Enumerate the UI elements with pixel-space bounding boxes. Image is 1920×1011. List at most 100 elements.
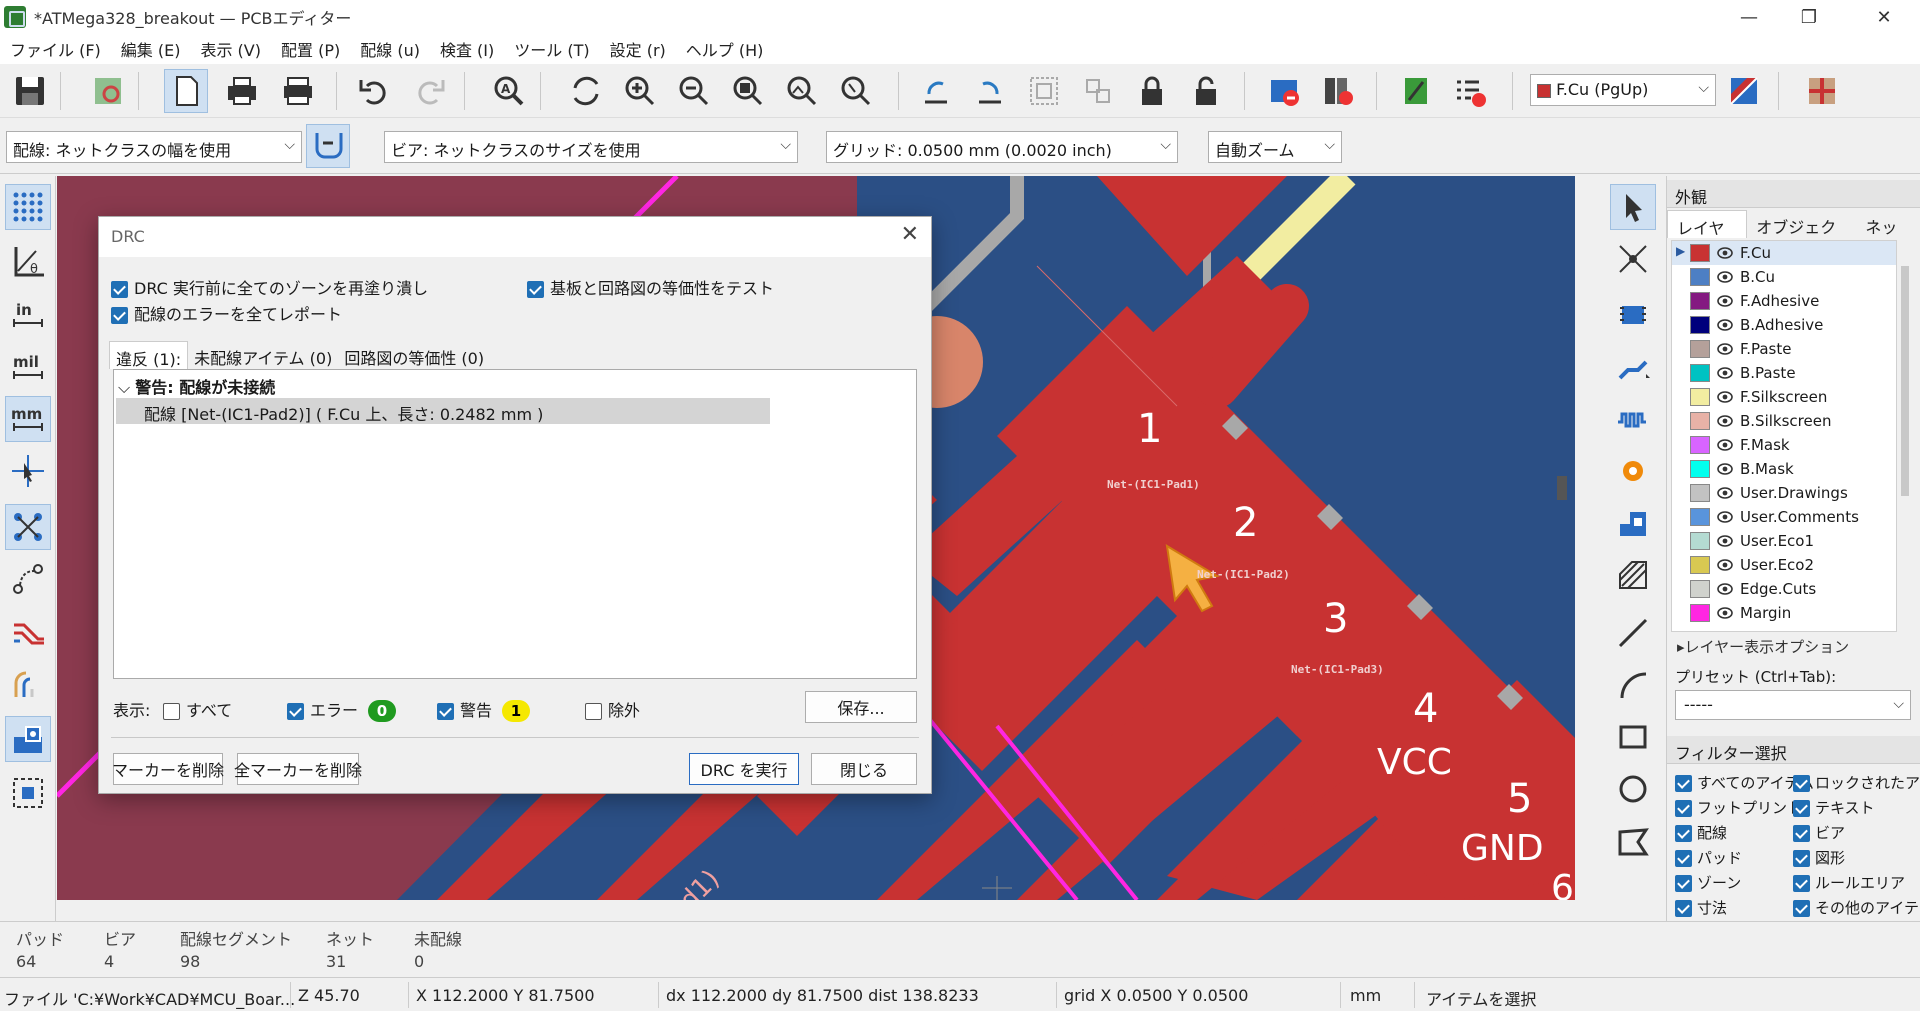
layer-color-swatch[interactable] [1690, 604, 1710, 622]
show-errors-option[interactable]: エラー 0 [287, 697, 397, 722]
layer-row[interactable]: B.Paste [1672, 361, 1896, 385]
run-drc-button[interactable]: DRC を実行 [689, 753, 799, 785]
filter-checkbox[interactable] [1793, 850, 1810, 867]
menu-preferences[interactable]: 設定 (r) [600, 37, 676, 61]
layer-display-options[interactable]: ▸レイヤー表示オプション [1677, 636, 1849, 657]
filter-option[interactable]: ルールエリア [1793, 872, 1905, 893]
filter-checkbox[interactable] [1793, 875, 1810, 892]
filter-checkbox[interactable] [1675, 875, 1692, 892]
filter-checkbox[interactable] [1675, 900, 1692, 917]
eye-icon[interactable] [1716, 412, 1734, 430]
layer-color-swatch[interactable] [1690, 340, 1710, 358]
layer-color-swatch[interactable] [1690, 556, 1710, 574]
board-setup-icon[interactable] [86, 69, 130, 113]
draw-line-icon[interactable] [1610, 610, 1656, 656]
rule-area-icon[interactable] [1610, 552, 1656, 598]
filter-checkbox[interactable] [1793, 800, 1810, 817]
tab-violations[interactable]: 違反 (1): [109, 341, 189, 369]
tab-unconnected[interactable]: 未配線アイテム (0) [188, 341, 338, 369]
layer-row[interactable]: User.Drawings [1672, 481, 1896, 505]
layer-row[interactable]: Edge.Cuts [1672, 577, 1896, 601]
layer-row[interactable]: F.Paste [1672, 337, 1896, 361]
layer-color-swatch[interactable] [1690, 292, 1710, 310]
layer-row[interactable]: User.Eco2 [1672, 553, 1896, 577]
refill-zones-option[interactable]: DRC 実行前に全てのゾーンを再塗り潰し [111, 275, 428, 299]
filter-option[interactable]: フットプリント [1675, 797, 1802, 818]
draw-arc-icon[interactable] [1610, 662, 1656, 708]
track-width-icon[interactable] [306, 124, 350, 168]
scripting-icon[interactable] [1394, 69, 1438, 113]
delete-marker-button[interactable]: マーカーを削除 [112, 753, 224, 785]
layer-row[interactable]: F.Adhesive [1672, 289, 1896, 313]
tab-schematic-parity[interactable]: 回路図の等価性 (0) [338, 341, 490, 369]
draw-polygon-icon[interactable] [1610, 818, 1656, 864]
zoom-select[interactable]: 自動ズーム ⌵ [1208, 131, 1342, 163]
zoom-objects-icon[interactable] [780, 69, 824, 113]
maximize-button[interactable]: ❐ [1780, 0, 1838, 34]
zoom-selection-icon[interactable] [834, 69, 878, 113]
layer-color-swatch[interactable] [1690, 508, 1710, 526]
layer-list-scrollbar[interactable] [1901, 266, 1909, 496]
filter-checkbox[interactable] [1793, 775, 1810, 792]
schematic-parity-checkbox[interactable] [527, 281, 544, 298]
eye-icon[interactable] [1716, 436, 1734, 454]
layer-color-swatch[interactable] [1690, 580, 1710, 598]
rotate-ccw-icon[interactable] [914, 69, 958, 113]
close-icon[interactable]: ✕ [901, 222, 919, 247]
layer-row[interactable]: B.Mask [1672, 457, 1896, 481]
layer-row[interactable]: F.Silkscreen [1672, 385, 1896, 409]
eye-icon[interactable] [1716, 556, 1734, 574]
add-zone-icon[interactable] [1610, 500, 1656, 546]
filter-option[interactable]: ゾーン [1675, 872, 1741, 893]
filter-checkbox[interactable] [1675, 850, 1692, 867]
zoom-fit-icon[interactable] [726, 69, 770, 113]
show-all-option[interactable]: すべて [163, 697, 232, 721]
preset-select[interactable]: ----- ⌵ [1675, 690, 1911, 720]
save-button[interactable]: 保存... [805, 691, 917, 723]
filter-option[interactable]: 図形 [1793, 847, 1845, 868]
menu-route[interactable]: 配線 (u) [350, 37, 430, 61]
delete-all-markers-button[interactable]: 全マーカーを削除 [234, 753, 362, 785]
ungroup-icon[interactable] [1076, 69, 1120, 113]
eye-icon[interactable] [1716, 364, 1734, 382]
layer-row[interactable]: B.Cu [1672, 265, 1896, 289]
show-errors-checkbox[interactable] [287, 703, 304, 720]
track-width-select[interactable]: 配線: ネットクラスの幅を使用 ⌵ [6, 131, 302, 163]
filter-option[interactable]: ビア [1793, 822, 1845, 843]
layer-color-swatch[interactable] [1690, 316, 1710, 334]
filter-checkbox[interactable] [1675, 775, 1692, 792]
select-arrow-icon[interactable] [1610, 184, 1656, 230]
full-crosshair-icon[interactable] [5, 448, 51, 494]
eye-icon[interactable] [1716, 340, 1734, 358]
menu-edit[interactable]: 編集 (E) [111, 37, 191, 61]
add-footprint-icon[interactable] [1610, 292, 1656, 338]
layer-selector[interactable]: F.Cu (PgUp) ⌵ [1530, 74, 1716, 106]
eye-icon[interactable] [1716, 580, 1734, 598]
units-mm-icon[interactable]: mm [5, 396, 51, 442]
zoom-in-icon[interactable] [618, 69, 662, 113]
menu-view[interactable]: 表示 (V) [190, 37, 271, 61]
filter-option[interactable]: テキスト [1793, 797, 1875, 818]
local-ratsnest-icon[interactable] [1610, 236, 1656, 282]
layer-row[interactable]: B.Silkscreen [1672, 409, 1896, 433]
layer-color-swatch[interactable] [1690, 532, 1710, 550]
filter-checkbox[interactable] [1793, 900, 1810, 917]
layer-color-swatch[interactable] [1690, 460, 1710, 478]
tab-nets[interactable]: ネット [1856, 210, 1920, 261]
layer-row[interactable]: F.Mask [1672, 433, 1896, 457]
group-icon[interactable] [1022, 69, 1066, 113]
route-track-icon[interactable] [1610, 344, 1656, 390]
footprint-library-icon[interactable] [1316, 69, 1360, 113]
undo-icon[interactable] [352, 69, 396, 113]
drc-icon[interactable] [1262, 69, 1306, 113]
close-button[interactable]: ✕ [1855, 0, 1913, 34]
layer-color-swatch[interactable] [1690, 244, 1710, 262]
filter-option[interactable]: ロックされたア [1793, 772, 1920, 793]
tab-layers[interactable]: レイヤー [1667, 210, 1748, 262]
microwave-tools-icon[interactable] [1800, 69, 1844, 113]
eye-icon[interactable] [1716, 388, 1734, 406]
violation-item[interactable]: 配線 [Net-(IC1-Pad2)] ( F.Cu 上、長さ: 0.2482 … [116, 398, 770, 424]
menu-inspect[interactable]: 検査 (I) [430, 37, 504, 61]
length-tuning-icon[interactable] [1610, 396, 1656, 442]
layer-color-swatch[interactable] [1690, 412, 1710, 430]
